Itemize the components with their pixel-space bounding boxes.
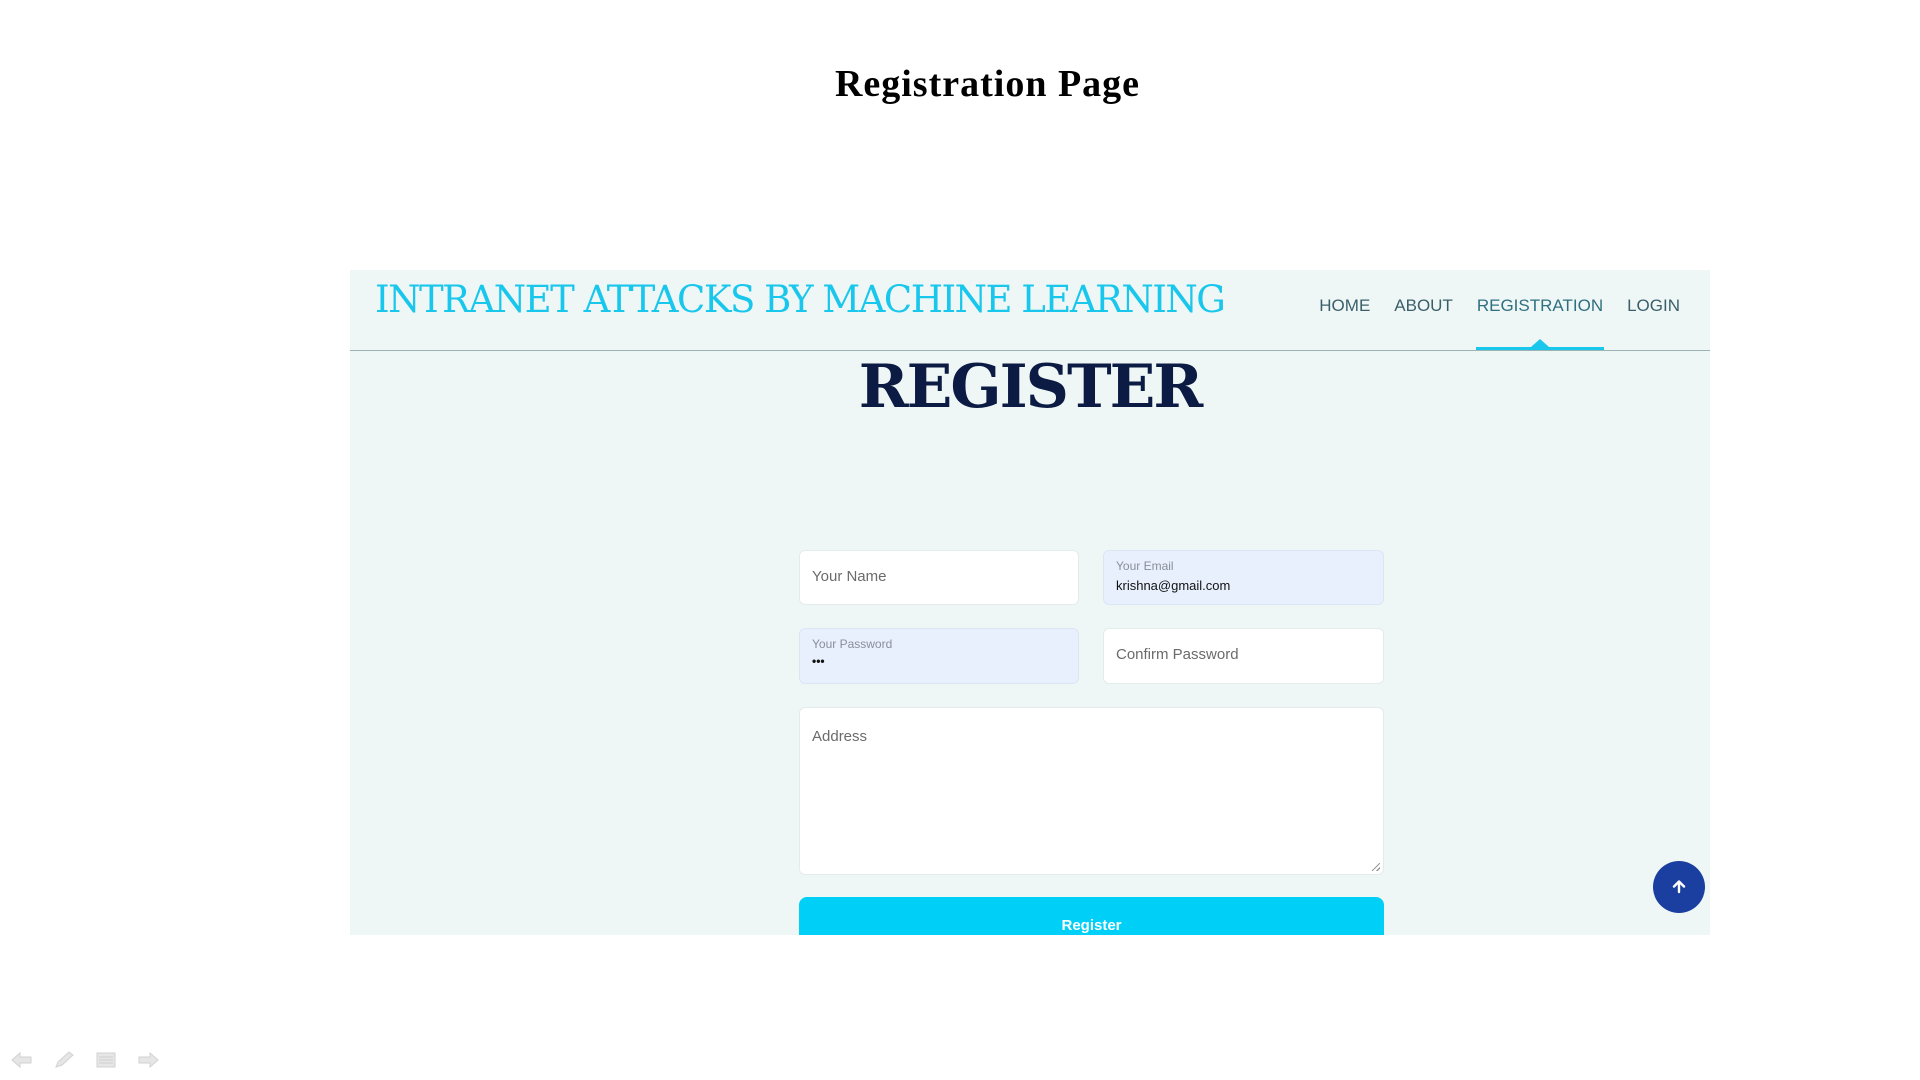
name-placeholder: Your Name <box>812 568 887 585</box>
address-textarea[interactable]: Address <box>799 707 1384 875</box>
name-input[interactable]: Your Name <box>799 550 1079 605</box>
navbar: INTRANET ATTACKS BY MACHINE LEARNING HOM… <box>350 270 1710 351</box>
slide-title: Registration Page <box>834 63 1141 105</box>
nav-item-home[interactable]: HOME <box>1319 270 1370 350</box>
password-label: Your Password <box>812 637 893 651</box>
slide-controls <box>10 1050 160 1070</box>
scroll-to-top-button[interactable] <box>1653 861 1705 913</box>
prev-slide-icon[interactable] <box>10 1050 34 1070</box>
nav-item-login[interactable]: LOGIN <box>1627 270 1680 350</box>
password-input[interactable]: Your Password ••• <box>799 628 1079 684</box>
confirm-password-placeholder: Confirm Password <box>1116 646 1239 663</box>
arrow-up-icon <box>1672 880 1686 894</box>
email-input[interactable]: Your Email krishna@gmail.com <box>1103 550 1384 605</box>
next-slide-icon[interactable] <box>136 1050 160 1070</box>
resize-grip-icon[interactable] <box>1372 863 1380 871</box>
address-placeholder: Address <box>812 728 868 745</box>
nav-item-registration[interactable]: REGISTRATION <box>1475 270 1605 350</box>
nav-item-about[interactable]: ABOUT <box>1394 270 1453 350</box>
nav-menu: HOME ABOUT REGISTRATION LOGIN <box>1295 270 1680 350</box>
pen-icon[interactable] <box>52 1050 76 1070</box>
confirm-password-input[interactable]: Confirm Password <box>1103 628 1384 684</box>
register-button[interactable]: Register <box>799 897 1384 935</box>
email-value: krishna@gmail.com <box>1116 578 1231 593</box>
menu-icon[interactable] <box>94 1050 118 1070</box>
email-label: Your Email <box>1116 559 1174 573</box>
register-heading: REGISTER <box>858 352 1203 422</box>
password-value: ••• <box>812 654 825 668</box>
brand-logo-text[interactable]: INTRANET ATTACKS BY MACHINE LEARNING <box>375 278 1226 321</box>
app-screenshot: INTRANET ATTACKS BY MACHINE LEARNING HOM… <box>350 270 1710 935</box>
